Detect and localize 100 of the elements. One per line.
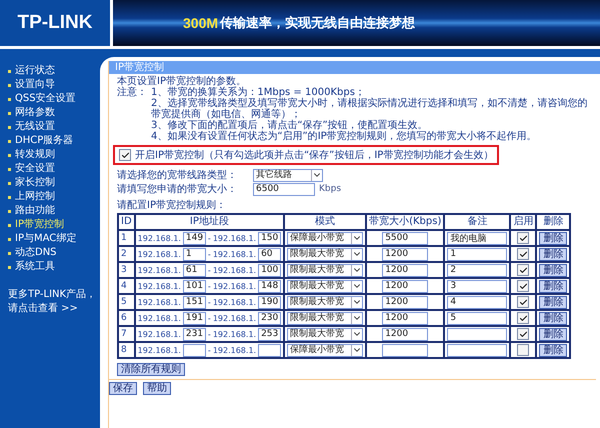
bandwidth-field[interactable]: 1200 — [382, 296, 428, 308]
ip-start-field[interactable] — [182, 344, 206, 356]
bandwidth-field[interactable]: 1200 — [382, 264, 428, 276]
mode-select[interactable]: 限制最大带宽 — [287, 296, 364, 308]
remark-field[interactable]: 我的电脑 — [447, 232, 508, 244]
mode-select[interactable]: 限制最大带宽 — [287, 264, 364, 276]
note-text: 4、如果没有设置任何状态为“启用”的IP带宽控制规则，您填写的带宽大小将不起作用。 — [150, 131, 538, 142]
ip-end-field[interactable]: 148 — [258, 280, 282, 292]
ip-prefix: 192.168.1. — [138, 264, 181, 276]
enable-checkbox[interactable] — [517, 264, 530, 276]
ip-prefix: 192.168.1. — [212, 232, 256, 244]
remark-field[interactable]: 2 — [447, 264, 508, 276]
mode-select[interactable]: 限制最大带宽 — [287, 280, 364, 292]
sidebar-item[interactable]: 运行状态 — [8, 65, 100, 77]
enable-checkbox[interactable] — [517, 296, 530, 308]
line-type-select[interactable]: 其它线路 — [253, 168, 323, 182]
delete-button[interactable]: 删除 — [539, 280, 568, 292]
sidebar-item[interactable]: 网络参数 — [8, 107, 100, 119]
mode-select[interactable]: 保障最小带宽 — [287, 344, 364, 356]
mode-select[interactable]: 限制最大带宽 — [287, 248, 364, 260]
ip-end-field[interactable]: 253 — [258, 328, 282, 340]
delete-button[interactable]: 删除 — [539, 344, 568, 356]
ip-prefix: 192.168.1. — [138, 312, 181, 324]
remark-field[interactable] — [447, 328, 508, 340]
sidebar-item[interactable]: IP与MAC绑定 — [8, 233, 100, 245]
products-link[interactable]: 更多TP-LINK产品， — [8, 289, 100, 301]
enable-checkbox[interactable] — [517, 232, 530, 244]
enable-checkbox[interactable] — [517, 248, 530, 260]
ip-end-field[interactable]: 60 — [258, 248, 282, 260]
mode-select[interactable]: 保障最小带宽 — [287, 232, 364, 244]
ip-end-field[interactable] — [258, 344, 282, 356]
ip-start-field[interactable]: 149 — [182, 232, 206, 244]
remark-field[interactable]: 4 — [447, 296, 508, 308]
bandwidth-field[interactable]: 1200 — [382, 248, 428, 260]
enable-checkbox[interactable] — [517, 312, 530, 324]
delete-button[interactable]: 删除 — [539, 248, 568, 260]
bandwidth-field[interactable]: 1200 — [382, 280, 428, 292]
enable-checkbox[interactable] — [517, 328, 530, 340]
enable-checkbox[interactable] — [517, 280, 530, 292]
range-dash: - — [208, 232, 211, 244]
ip-end-field[interactable]: 230 — [258, 312, 282, 324]
sidebar-item[interactable]: DHCP服务器 — [8, 135, 100, 147]
bandwidth-field[interactable]: 1200 — [382, 328, 428, 340]
ip-start-field[interactable]: 191 — [182, 312, 206, 324]
ip-start-field[interactable]: 151 — [182, 296, 206, 308]
sidebar-item[interactable]: 家长控制 — [8, 177, 100, 189]
delete-button[interactable]: 删除 — [539, 232, 568, 244]
sidebar-item[interactable]: QSS安全设置 — [8, 93, 100, 105]
range-dash: - — [208, 264, 211, 276]
enable-checkbox[interactable] — [119, 149, 131, 161]
bandwidth-field[interactable] — [382, 344, 428, 356]
unit-label: Kbps — [319, 184, 342, 194]
ip-end-field[interactable]: 100 — [258, 264, 282, 276]
clear-rules-button[interactable]: 清除所有规则 — [117, 363, 185, 376]
caret-icon — [311, 170, 322, 180]
bandwidth-field[interactable]: 5500 — [382, 232, 428, 244]
notes-label: 注意： — [117, 87, 147, 100]
ip-start-field[interactable]: 61 — [182, 264, 206, 276]
banner-slogan: 传输速率，实现无线自由连接梦想 — [220, 14, 416, 32]
delete-button[interactable]: 删除 — [539, 296, 568, 308]
sidebar-item[interactable]: 转发规则 — [8, 149, 100, 161]
ip-prefix: 192.168.1. — [212, 296, 256, 308]
logo: TP-LINK — [0, 0, 110, 46]
sidebar-item[interactable]: 无线设置 — [8, 121, 100, 133]
bandwidth-field[interactable]: 1200 — [382, 312, 428, 324]
help-button[interactable]: 帮助 — [143, 382, 171, 395]
ip-start-field[interactable]: 1 — [182, 248, 206, 260]
sidebar-item[interactable]: 系统工具 — [8, 261, 100, 273]
ip-end-field[interactable]: 190 — [258, 296, 282, 308]
column-header: 备注 — [444, 214, 510, 230]
sidebar-item[interactable]: 路由功能 — [8, 205, 100, 217]
remark-field[interactable]: 1 — [447, 248, 508, 260]
range-dash: - — [208, 248, 211, 260]
remark-field[interactable]: 3 — [447, 280, 508, 292]
sidebar-item[interactable]: IP带宽控制 — [8, 219, 100, 231]
delete-button[interactable]: 删除 — [539, 312, 568, 324]
products-link[interactable]: 请点击查看 >> — [8, 303, 100, 315]
bandwidth-label: 请填写您申请的带宽大小： — [117, 184, 238, 194]
range-dash: - — [208, 280, 211, 292]
sidebar-item[interactable]: 动态DNS — [8, 247, 100, 259]
caret-icon — [351, 280, 362, 292]
range-dash: - — [208, 296, 211, 308]
sidebar-item[interactable]: 安全设置 — [8, 163, 100, 175]
sidebar-item[interactable]: 设置向导 — [8, 79, 100, 91]
save-button[interactable]: 保存 — [109, 382, 137, 395]
caret-icon — [351, 248, 362, 260]
delete-button[interactable]: 删除 — [539, 264, 568, 276]
enable-checkbox[interactable] — [517, 344, 530, 356]
mode-select[interactable]: 限制最大带宽 — [287, 328, 364, 340]
panel-title: IP带宽控制 — [109, 61, 600, 74]
bandwidth-field[interactable]: 6500 — [253, 182, 315, 196]
ip-start-field[interactable]: 101 — [182, 280, 206, 292]
remark-field[interactable]: 5 — [447, 312, 508, 324]
mode-select[interactable]: 限制最大带宽 — [287, 312, 364, 324]
remark-field[interactable] — [447, 344, 508, 356]
column-header: IP地址段 — [134, 214, 284, 230]
ip-start-field[interactable]: 231 — [182, 328, 206, 340]
delete-button[interactable]: 删除 — [539, 328, 568, 340]
sidebar-item[interactable]: 上网控制 — [8, 191, 100, 203]
ip-end-field[interactable]: 150 — [258, 232, 282, 244]
